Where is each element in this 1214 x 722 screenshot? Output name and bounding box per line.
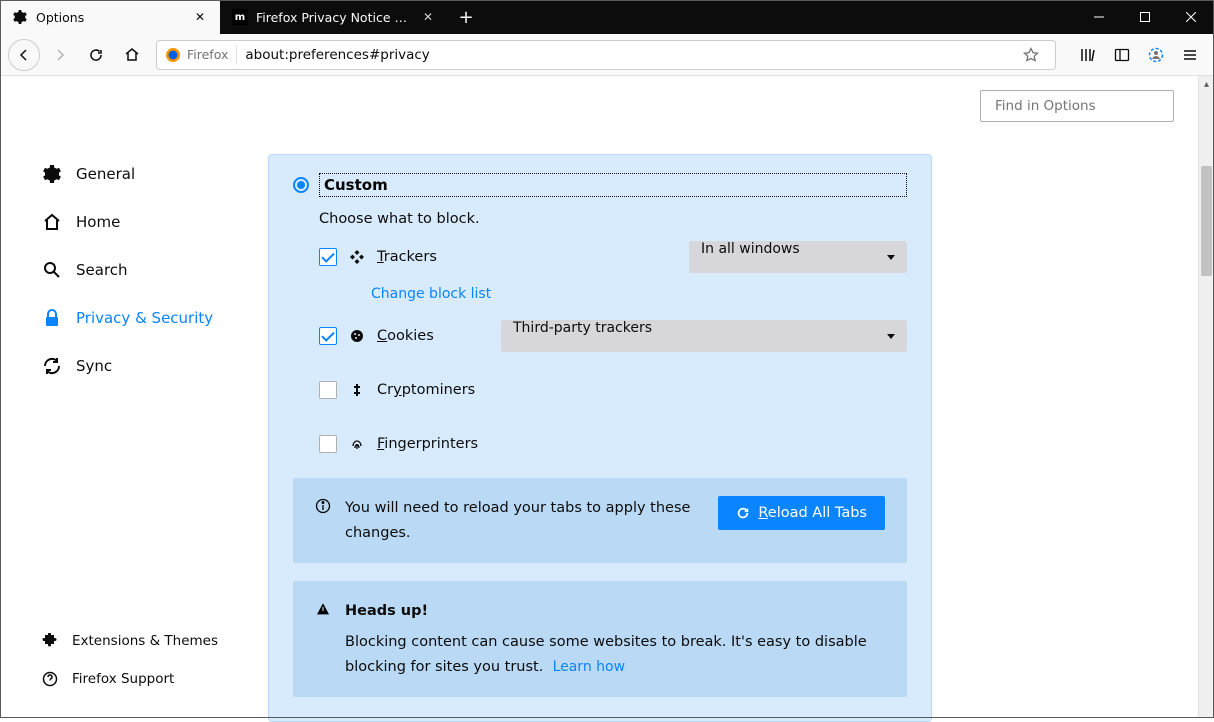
window-controls bbox=[1076, 0, 1214, 34]
close-button[interactable] bbox=[1168, 0, 1214, 34]
sidebar-item-label: General bbox=[76, 165, 135, 183]
puzzle-icon bbox=[42, 633, 58, 649]
sync-icon bbox=[42, 356, 62, 376]
sidebar-button[interactable] bbox=[1106, 39, 1138, 71]
fingerprinters-checkbox[interactable] bbox=[319, 435, 337, 453]
cryptominers-checkbox[interactable] bbox=[319, 381, 337, 399]
fingerprint-icon bbox=[349, 436, 365, 452]
sidebar-item-label: Search bbox=[76, 261, 128, 279]
vertical-scrollbar[interactable]: ▴ bbox=[1198, 76, 1214, 718]
warning-icon bbox=[315, 601, 331, 617]
preferences-content: Custom Choose what to block. TTrackersra… bbox=[268, 76, 1214, 716]
lock-icon bbox=[42, 308, 62, 328]
reload-button[interactable] bbox=[80, 39, 112, 71]
sidebar-item-search[interactable]: Search bbox=[42, 246, 238, 294]
headsup-title: Heads up! bbox=[345, 599, 885, 624]
option-fingerprinters: Fingerprinters bbox=[319, 428, 907, 460]
sidebar-item-support[interactable]: Firefox Support bbox=[42, 660, 218, 698]
search-icon bbox=[42, 260, 62, 280]
cryptominers-label: Cryptominers bbox=[377, 382, 475, 398]
change-block-list-link[interactable]: Change block list bbox=[371, 286, 491, 302]
account-button[interactable] bbox=[1140, 39, 1172, 71]
cookie-icon bbox=[349, 328, 365, 344]
identity-box[interactable]: Firefox bbox=[165, 45, 237, 65]
sidebar-item-label: Sync bbox=[76, 357, 112, 375]
firefox-icon bbox=[165, 47, 181, 63]
close-icon[interactable]: ✕ bbox=[192, 9, 208, 25]
help-icon bbox=[42, 671, 58, 687]
identity-label: Firefox bbox=[187, 47, 228, 62]
tab-options[interactable]: Options ✕ bbox=[0, 0, 220, 34]
url-input[interactable] bbox=[237, 47, 1015, 63]
maximize-button[interactable] bbox=[1122, 0, 1168, 34]
tab-label: Firefox Privacy Notice — Mozilla bbox=[256, 10, 412, 25]
nav-toolbar: Firefox bbox=[0, 34, 1214, 76]
sidebar-item-privacy[interactable]: Privacy & Security bbox=[42, 294, 238, 342]
sidebar-item-general[interactable]: General bbox=[42, 150, 238, 198]
new-tab-button[interactable]: + bbox=[448, 0, 484, 34]
trackers-dropdown[interactable]: In all windows bbox=[689, 241, 907, 273]
custom-radio[interactable] bbox=[293, 177, 309, 193]
close-icon[interactable]: ✕ bbox=[420, 9, 436, 25]
bookmark-star-icon[interactable] bbox=[1015, 39, 1047, 71]
preferences-main: General Home Search Privacy & Security S… bbox=[0, 76, 1214, 716]
preferences-sidebar: General Home Search Privacy & Security S… bbox=[0, 76, 268, 716]
panel-title: Custom bbox=[319, 173, 907, 197]
minimize-button[interactable] bbox=[1076, 0, 1122, 34]
panel-subtitle: Choose what to block. bbox=[319, 211, 907, 227]
library-button[interactable] bbox=[1072, 39, 1104, 71]
url-bar[interactable]: Firefox bbox=[156, 40, 1056, 70]
cookies-label: Cookies bbox=[377, 328, 434, 344]
scroll-up-arrow[interactable]: ▴ bbox=[1199, 76, 1214, 92]
reload-icon bbox=[736, 506, 750, 520]
window-titlebar: Options ✕ m Firefox Privacy Notice — Moz… bbox=[0, 0, 1214, 34]
option-cryptominers: Cryptominers bbox=[319, 374, 907, 406]
forward-button[interactable] bbox=[44, 39, 76, 71]
cookies-checkbox[interactable] bbox=[319, 327, 337, 345]
custom-blocking-panel: Custom Choose what to block. TTrackersra… bbox=[268, 154, 932, 722]
sidebar-item-label: Firefox Support bbox=[72, 671, 174, 687]
find-in-options-search[interactable] bbox=[980, 90, 1174, 122]
option-cookies: Cookies Third-party trackers bbox=[319, 320, 907, 352]
learn-how-link[interactable]: Learn how bbox=[553, 659, 625, 675]
search-input[interactable] bbox=[995, 98, 1166, 114]
tracker-icon bbox=[349, 249, 365, 265]
home-icon bbox=[42, 212, 62, 232]
sidebar-item-label: Home bbox=[76, 213, 120, 231]
fingerprinters-label: Fingerprinters bbox=[377, 436, 478, 452]
headsup-box: Heads up! Blocking content can cause som… bbox=[293, 581, 907, 697]
sidebar-item-extensions[interactable]: Extensions & Themes bbox=[42, 622, 218, 660]
reload-info-text: You will need to reload your tabs to app… bbox=[345, 496, 704, 545]
reload-all-tabs-button[interactable]: Reload All Tabs bbox=[718, 496, 885, 530]
cryptominer-icon bbox=[349, 382, 365, 398]
mozilla-icon: m bbox=[232, 9, 248, 25]
sidebar-item-label: Extensions & Themes bbox=[72, 633, 218, 649]
option-trackers: TTrackersrackers In all windows bbox=[319, 241, 907, 273]
home-button[interactable] bbox=[116, 39, 148, 71]
cookies-dropdown[interactable]: Third-party trackers bbox=[501, 320, 907, 352]
scrollbar-thumb[interactable] bbox=[1201, 166, 1212, 276]
reload-info-box: You will need to reload your tabs to app… bbox=[293, 478, 907, 563]
info-icon bbox=[315, 498, 331, 514]
trackers-label: TTrackersrackers bbox=[377, 249, 437, 265]
sidebar-item-sync[interactable]: Sync bbox=[42, 342, 238, 390]
trackers-checkbox[interactable] bbox=[319, 248, 337, 266]
sidebar-item-label: Privacy & Security bbox=[76, 309, 213, 327]
gear-icon bbox=[12, 9, 28, 25]
sidebar-item-home[interactable]: Home bbox=[42, 198, 238, 246]
gear-icon bbox=[42, 164, 62, 184]
tab-label: Options bbox=[36, 10, 184, 25]
back-button[interactable] bbox=[8, 39, 40, 71]
tab-privacy-notice[interactable]: m Firefox Privacy Notice — Mozilla ✕ bbox=[220, 0, 448, 34]
